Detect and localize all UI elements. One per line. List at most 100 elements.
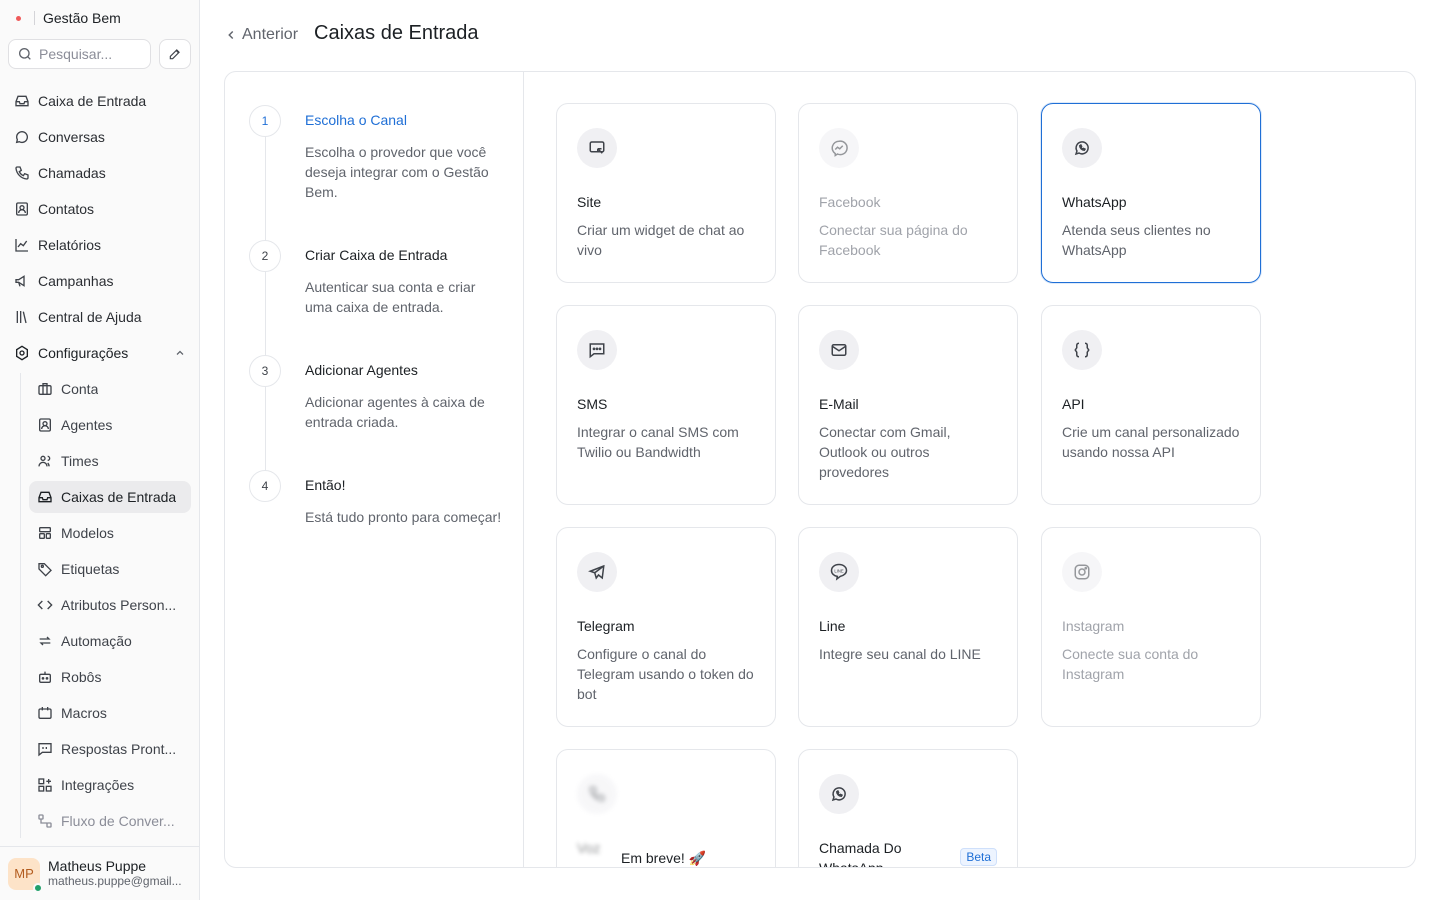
subnav-item-integrations[interactable]: Integrações [29, 769, 191, 801]
channel-title: WhatsApp [1062, 194, 1127, 210]
back-button[interactable]: Anterior [224, 24, 298, 46]
step-title: Criar Caixa de Entrada [305, 247, 448, 263]
channel-card-facebook[interactable]: Facebook Conectar sua página do Facebook [798, 103, 1018, 283]
channel-card-api[interactable]: API Crie um canal personalizado usando n… [1041, 305, 1261, 505]
nav-item-settings[interactable]: Configurações [6, 335, 194, 371]
braces-icon [1062, 330, 1102, 370]
repeat-icon [39, 636, 51, 646]
channel-description: Integre seu canal do LINE [819, 646, 981, 662]
template-icon [39, 527, 51, 539]
channel-title: Site [577, 194, 602, 210]
online-status-dot [33, 882, 43, 893]
channel-title: Line [819, 618, 846, 634]
library-icon [16, 311, 27, 324]
subnav-item-conversation-flow[interactable]: Fluxo de Conver... [29, 805, 191, 837]
channel-title: Facebook [819, 194, 881, 210]
code-icon [37, 600, 53, 610]
channel-card-whatsapp[interactable]: WhatsApp Atenda seus clientes no WhatsAp… [1041, 103, 1261, 283]
channel-card-website[interactable]: Site Criar um widget de chat ao vivo [556, 103, 776, 283]
avatar-initials: MP [14, 866, 34, 881]
subnav-item-teams[interactable]: Times [29, 445, 191, 477]
subnav-item-account[interactable]: Conta [29, 373, 191, 405]
step-description: Escolha o provedor que você deseja integ… [305, 144, 489, 200]
briefcase-icon [38, 383, 52, 395]
step-description: Está tudo pronto para começar! [305, 509, 502, 525]
subnav-item-label: Macros [61, 705, 107, 721]
subnav-item-custom-attributes[interactable]: Atributos Person... [29, 589, 191, 621]
search-input[interactable] [39, 46, 139, 62]
step-description: Autenticar sua conta e criar uma caixa d… [305, 279, 476, 315]
contact-card-icon [16, 202, 28, 216]
subnav-item-templates[interactable]: Modelos [29, 517, 191, 549]
user-info: Matheus Puppe matheus.puppe@gmail... [48, 859, 193, 888]
subnav-item-label: Conta [61, 381, 99, 397]
step-description: Adicionar agentes à caixa de entrada cri… [305, 394, 485, 430]
subnav-item-label: Automação [61, 633, 132, 649]
step-number: 4 [249, 470, 281, 502]
step-title: Escolha o Canal [305, 112, 407, 128]
search-box[interactable] [8, 39, 151, 69]
compose-button[interactable] [159, 39, 191, 69]
subnav-item-inboxes[interactable]: Caixas de Entrada [29, 481, 191, 513]
inbox-icon [38, 491, 52, 503]
avatar: MP [8, 857, 43, 893]
channel-description: Criar um widget de chat ao vivo [577, 222, 745, 258]
step-number: 2 [249, 240, 281, 272]
settings-subnav: Conta Agentes Times Caixas de Entrada Mo… [20, 373, 192, 838]
steps-connector-line [265, 120, 266, 486]
nav-item-conversations[interactable]: Conversas [6, 119, 194, 155]
pencil-icon [169, 49, 180, 60]
channel-card-instagram[interactable]: Instagram Conecte sua conta do Instagram [1041, 527, 1261, 727]
subnav-item-label: Integrações [61, 777, 135, 793]
subnav-item-canned-responses[interactable]: Respostas Pront... [29, 733, 191, 765]
chat-widget-icon [577, 128, 617, 168]
calendar-icon [38, 707, 52, 719]
chat-bubble-icon [15, 131, 28, 144]
sidebar: Gestão Bem Caixa de Entrada Conversas Ch… [0, 0, 200, 900]
subnav-item-automation[interactable]: Automação [29, 625, 191, 657]
subnav-item-bots[interactable]: Robôs [29, 661, 191, 693]
subnav-item-label: Times [61, 453, 99, 469]
subnav-item-labels[interactable]: Etiquetas [29, 553, 191, 585]
user-profile[interactable]: MP Matheus Puppe matheus.puppe@gmail... [0, 846, 199, 900]
channel-card-telegram[interactable]: Telegram Configure o canal do Telegram u… [556, 527, 776, 727]
nav-item-inbox[interactable]: Caixa de Entrada [6, 83, 194, 119]
step-title: Adicionar Agentes [305, 362, 418, 378]
channel-card-line[interactable]: LINE Line Integre seu canal do LINE [798, 527, 1018, 727]
messenger-icon [819, 128, 859, 168]
chevron-up-icon [176, 350, 184, 355]
wizard-steps: 1 Escolha o Canal Escolha o provedor que… [225, 72, 524, 867]
channel-card-sms[interactable]: SMS Integrar o canal SMS com Twilio ou B… [556, 305, 776, 505]
channel-description: Conectar sua página do Facebook [819, 222, 968, 258]
settings-icon [16, 345, 28, 361]
nav-item-label: Caixa de Entrada [38, 93, 147, 109]
brand-logo-icon [10, 10, 26, 26]
search-icon [19, 48, 31, 60]
nav-item-help-center[interactable]: Central de Ajuda [6, 299, 194, 335]
nav-item-contacts[interactable]: Contatos [6, 191, 194, 227]
brand[interactable]: Gestão Bem [10, 8, 121, 28]
channel-card-email[interactable]: E-Mail Conectar com Gmail, Outlook ou ou… [798, 305, 1018, 505]
nav-item-label: Contatos [38, 201, 95, 217]
nav-item-reports[interactable]: Relatórios [6, 227, 194, 263]
subnav-item-label: Caixas de Entrada [61, 489, 177, 505]
instagram-icon [1062, 552, 1102, 592]
megaphone-icon [15, 275, 25, 287]
tag-icon [38, 563, 52, 577]
telegram-icon [577, 552, 617, 592]
channel-title: Chamada Do WhatsApp [819, 840, 902, 868]
nav-item-campaigns[interactable]: Campanhas [6, 263, 194, 299]
back-label: Anterior [242, 26, 299, 43]
nav-item-label: Campanhas [38, 273, 114, 289]
channel-card-voice: Voz Em breve! 🚀 [556, 749, 776, 867]
channel-title: Voz [577, 840, 601, 856]
bot-icon [39, 671, 51, 683]
svg-text:LINE: LINE [834, 568, 843, 573]
subnav-item-label: Robôs [61, 669, 102, 685]
subnav-item-label: Agentes [61, 417, 113, 433]
subnav-item-agents[interactable]: Agentes [29, 409, 191, 441]
subnav-item-macros[interactable]: Macros [29, 697, 191, 729]
nav-item-calls[interactable]: Chamadas [6, 155, 194, 191]
user-email: matheus.puppe@gmail... [48, 874, 182, 888]
channel-card-whatsapp-call[interactable]: Chamada Do WhatsApp Beta [798, 749, 1018, 868]
